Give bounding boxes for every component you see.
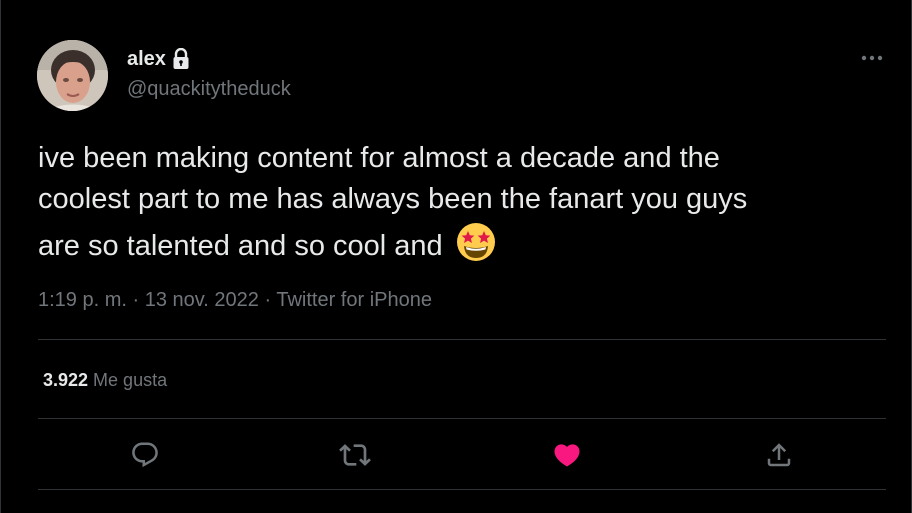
retweet-icon	[339, 444, 371, 466]
tweet-text: ive been making content for almost a dec…	[38, 138, 888, 267]
share-button[interactable]	[762, 438, 796, 472]
likes-count: 3.922	[43, 370, 89, 390]
author-display-name[interactable]: alex	[127, 47, 166, 71]
tweet-text-line: ive been making content for almost a dec…	[38, 142, 720, 174]
tweet-meta: 1:19 p. m. · 13 nov. 2022 · Twitter for …	[38, 287, 432, 313]
author-name-row: alex	[127, 47, 190, 71]
more-options-icon[interactable]	[858, 48, 886, 68]
divider	[38, 339, 886, 340]
reply-button[interactable]	[128, 438, 162, 472]
star-struck-emoji-icon	[454, 220, 498, 264]
like-button[interactable]	[550, 438, 584, 472]
tweet-text-line: coolest part to me has always been the f…	[38, 183, 748, 215]
retweet-button[interactable]	[338, 438, 372, 472]
lock-icon	[172, 48, 190, 70]
tweet-source[interactable]: Twitter for iPhone	[276, 289, 432, 311]
tweet-text-line: are so talented and so cool and	[38, 220, 888, 267]
heart-icon	[554, 444, 580, 467]
tweet-date[interactable]: 13 nov. 2022	[145, 289, 259, 311]
author-handle[interactable]: @quackitytheduck	[127, 77, 291, 101]
meta-separator: ·	[132, 289, 140, 311]
avatar[interactable]	[37, 40, 108, 111]
tweet-time[interactable]: 1:19 p. m.	[38, 289, 127, 311]
avatar-image	[37, 40, 108, 111]
left-border	[0, 0, 1, 513]
reply-icon	[132, 442, 158, 468]
meta-separator: ·	[264, 289, 272, 311]
tweet-text-line-content: are so talented and so cool and	[38, 230, 443, 262]
likes-label: Me gusta	[93, 370, 168, 390]
share-icon	[767, 443, 791, 467]
divider	[38, 489, 886, 490]
likes-stat[interactable]: 3.922 Me gusta	[43, 368, 167, 392]
divider	[38, 418, 886, 419]
